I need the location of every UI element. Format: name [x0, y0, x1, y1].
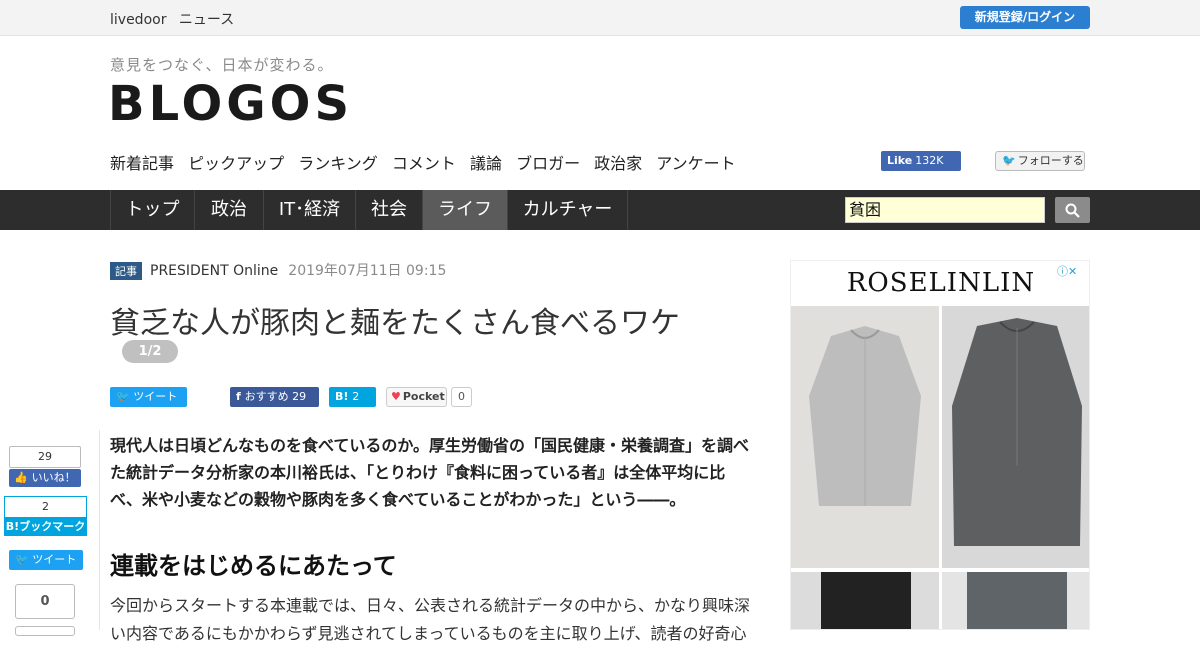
site-tagline: 意見をつなぐ、日本が変わる。	[110, 56, 334, 74]
side-tweet-button[interactable]: 🐦 ツイート	[9, 550, 83, 570]
hatena-count: 2	[352, 390, 360, 403]
subnav-survey[interactable]: アンケート	[656, 154, 735, 173]
livedoor-brand[interactable]: livedoor ニュース	[110, 9, 242, 29]
search-button[interactable]	[1055, 197, 1090, 223]
subnav-pickup[interactable]: ピックアップ	[188, 154, 284, 173]
article-title: 貧乏な人が豚肉と麺をたくさん食べるワケ	[110, 306, 680, 341]
nav-culture[interactable]: カルチャー	[507, 190, 628, 230]
livedoor-label[interactable]: livedoor	[110, 12, 166, 28]
pocket-icon: ♥	[391, 390, 401, 403]
subnav-discussion[interactable]: 議論	[470, 154, 502, 173]
side-tweet-label: ツイート	[32, 553, 77, 566]
nav-top[interactable]: トップ	[110, 190, 194, 230]
facebook-like-count: 132K	[915, 154, 944, 167]
article-lede: 現代人は日頃どんなものを食べているのか。厚生労働省の「国民健康・栄養調査」を調べ…	[110, 436, 750, 509]
search-icon	[1065, 203, 1080, 218]
facebook-recommend-count: 29	[292, 390, 307, 403]
side-pocket-button[interactable]	[15, 626, 75, 636]
article-date: 2019年07月11日 09:15	[288, 263, 447, 279]
ad-product-image-black-top[interactable]	[791, 572, 939, 629]
twitter-follow-label: フォローする	[1017, 154, 1084, 167]
hatena-label: B!	[335, 390, 349, 403]
site-logo[interactable]: BLOGOS	[108, 76, 353, 132]
news-label[interactable]: ニュース	[179, 12, 234, 28]
side-hatena-bookmark[interactable]: 2 B!ブックマーク	[4, 496, 87, 536]
nav-society[interactable]: 社会	[355, 190, 422, 230]
search-input[interactable]: 貧困	[845, 197, 1045, 223]
adchoices-icon[interactable]: ⓘ✕	[1057, 263, 1087, 278]
twitter-bird-icon: 🐦	[15, 553, 33, 566]
pocket-count: 0	[451, 387, 472, 407]
article-meta: 記事 PRESIDENT Online 2019年07月11日 09:15	[110, 260, 447, 280]
pocket-label: Pocket	[402, 390, 445, 403]
subnav-bloggers[interactable]: ブロガー	[516, 154, 580, 173]
side-share-divider	[99, 430, 100, 630]
top-bar: livedoor ニュース 新規登録/ログイン	[0, 0, 1200, 36]
nav-it-economy[interactable]: IT･経済	[263, 190, 355, 230]
thumbs-up-icon: 👍	[14, 471, 32, 484]
advertisement[interactable]: ROSELINLIN ⓘ✕	[790, 260, 1090, 630]
side-hatena-button[interactable]: B!ブックマーク	[4, 518, 87, 536]
nav-life[interactable]: ライフ	[422, 190, 507, 230]
article-body: 今回からスタートする本連載では、日々、公表される統計データの中から、かなり興味深…	[110, 596, 751, 643]
subnav-new-articles[interactable]: 新着記事	[110, 154, 174, 173]
twitter-follow-button[interactable]: 🐦 フォローする	[995, 151, 1085, 171]
ad-product-image-grey-pants[interactable]	[942, 572, 1089, 629]
signup-login-button[interactable]: 新規登録/ログイン	[960, 6, 1090, 29]
category-badge: 記事	[110, 262, 142, 280]
pocket-button[interactable]: ♥ Pocket	[386, 387, 447, 407]
side-pocket-count[interactable]: 0	[15, 584, 75, 619]
twitter-bird-icon: 🐦	[116, 390, 134, 403]
page-indicator: 1/2	[122, 340, 178, 363]
article-source[interactable]: PRESIDENT Online	[150, 263, 278, 279]
subnav-ranking[interactable]: ランキング	[298, 154, 378, 173]
facebook-recommend-label: おすすめ	[244, 390, 289, 403]
subnav-comments[interactable]: コメント	[392, 154, 456, 173]
sub-navigation: 新着記事 ピックアップ ランキング コメント 議論 ブロガー 政治家 アンケート	[110, 150, 745, 174]
facebook-like-label: Like	[887, 154, 913, 167]
side-like-label: いいね！	[31, 471, 76, 484]
ad-brand-logo[interactable]: ROSELINLIN	[791, 263, 1089, 303]
twitter-bird-icon: 🐦	[1002, 154, 1016, 167]
facebook-recommend-button[interactable]: f おすすめ 29	[230, 387, 319, 407]
side-like-button[interactable]: 👍 いいね！	[9, 469, 81, 487]
article-heading: 連載をはじめるにあたって	[110, 552, 397, 580]
side-hatena-count: 2	[4, 496, 87, 518]
facebook-like-button[interactable]: Like 132K	[881, 151, 961, 171]
ad-product-image-dark-blouse[interactable]	[942, 306, 1089, 568]
tweet-button[interactable]: 🐦 ツイート	[110, 387, 187, 407]
nav-politics[interactable]: 政治	[194, 190, 263, 230]
hatena-bookmark-button[interactable]: B! 2	[329, 387, 376, 407]
ad-product-image-grey-blouse[interactable]	[791, 306, 939, 568]
side-facebook-like[interactable]: 29 👍 いいね！	[9, 446, 81, 487]
facebook-icon: f	[236, 390, 245, 403]
subnav-politicians[interactable]: 政治家	[594, 154, 642, 173]
tweet-label: ツイート	[133, 390, 178, 403]
side-like-count: 29	[9, 446, 81, 468]
